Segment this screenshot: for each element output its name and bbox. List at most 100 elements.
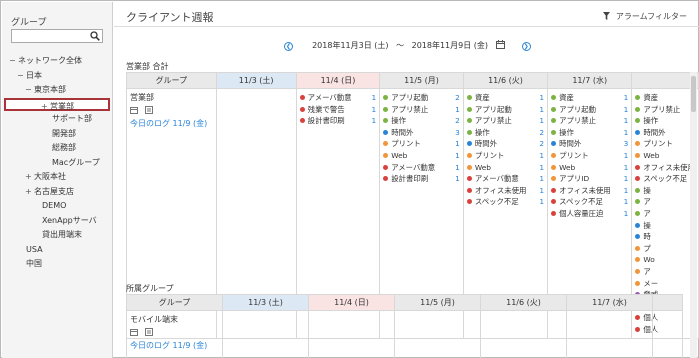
next-week-icon[interactable]: ❯ — [521, 42, 531, 51]
event-item[interactable]: プ — [635, 243, 695, 255]
event-item[interactable]: 設計書印刷 1 — [383, 173, 460, 185]
event-count[interactable]: 2 — [539, 138, 544, 150]
calendar-icon[interactable] — [130, 106, 138, 116]
today-log-link[interactable]: 今日のログ 11/9 (金) — [130, 340, 219, 351]
event-item[interactable]: プリント 1 — [466, 150, 544, 162]
event-item[interactable]: スペック不足 1 — [466, 196, 544, 208]
calendar-icon[interactable] — [130, 328, 138, 338]
event-item[interactable]: アプリ起動 1 — [466, 104, 544, 116]
report-icon[interactable] — [144, 328, 153, 338]
event-count[interactable]: 1 — [455, 150, 460, 162]
tree-item[interactable]: 総務部 — [43, 141, 76, 154]
event-count[interactable]: 1 — [539, 150, 544, 162]
event-count[interactable]: 1 — [372, 104, 377, 116]
tree-item[interactable]: 開発部 — [43, 127, 76, 140]
event-item[interactable]: アプリID 1 — [551, 173, 628, 185]
event-item[interactable]: オフィス未使用1 — [635, 162, 695, 174]
event-count[interactable]: 1 — [624, 150, 629, 162]
event-count[interactable]: 1 — [624, 162, 629, 174]
event-item[interactable]: オフィス未使用1 — [551, 185, 628, 197]
expand-icon[interactable]: + — [25, 185, 34, 198]
event-count[interactable]: 1 — [455, 138, 460, 150]
event-count[interactable]: 1 — [539, 115, 544, 127]
prev-week-icon[interactable]: ❮ — [284, 42, 293, 51]
report-icon[interactable] — [144, 106, 153, 116]
event-item[interactable]: 時間外1 — [635, 127, 695, 139]
event-count[interactable]: 1 — [624, 196, 629, 208]
tree-item[interactable]: − 東京本部 — [25, 83, 66, 96]
event-item[interactable]: 資産1 — [635, 92, 695, 104]
expand-icon[interactable]: + — [25, 170, 34, 183]
collapse-icon[interactable]: − — [17, 69, 26, 82]
tree-item[interactable]: DEMO — [33, 199, 66, 212]
tree-item[interactable]: + 名古屋支店 — [25, 185, 74, 198]
event-item[interactable]: 資産1 — [466, 92, 544, 104]
tree-item[interactable]: 中国 — [17, 257, 42, 270]
event-count[interactable]: 1 — [539, 196, 544, 208]
event-item[interactable]: プリント 1 — [551, 150, 628, 162]
event-count[interactable]: 1 — [539, 162, 544, 174]
event-item[interactable]: ア — [635, 208, 695, 220]
event-count[interactable]: 1 — [455, 162, 460, 174]
event-count[interactable]: 1 — [624, 208, 629, 220]
event-item[interactable]: アプリ禁止1 — [551, 115, 628, 127]
event-item[interactable]: 時 — [635, 231, 695, 243]
event-item[interactable]: アメーバ動意 1 — [383, 162, 460, 174]
event-item[interactable]: アプリ起動 2 — [383, 92, 460, 104]
event-item[interactable]: 操作1 — [551, 127, 628, 139]
event-count[interactable]: 1 — [539, 104, 544, 116]
event-item[interactable]: 操作 2 — [383, 115, 460, 127]
event-item[interactable]: アメーバ動意 1 — [299, 92, 377, 104]
tree-item[interactable]: 貸出用端末 — [33, 228, 82, 241]
event-item[interactable]: アプリ禁止1 — [466, 115, 544, 127]
vertical-scrollbar[interactable] — [690, 72, 697, 358]
event-item[interactable]: 資産1 — [551, 92, 628, 104]
event-item[interactable]: 個人容量圧迫 1 — [551, 208, 628, 220]
event-item[interactable]: スペック不足 1 — [551, 196, 628, 208]
event-count[interactable]: 2 — [455, 115, 460, 127]
event-item[interactable]: Web1 — [466, 162, 544, 174]
event-item[interactable]: Web1 — [635, 150, 695, 162]
event-item[interactable]: ア — [635, 196, 695, 208]
event-item[interactable]: ア — [635, 266, 695, 278]
event-item[interactable]: 操 — [635, 185, 695, 197]
event-count[interactable]: 1 — [539, 185, 544, 197]
tree-item[interactable]: USA — [17, 243, 43, 256]
event-count[interactable]: 1 — [372, 115, 377, 127]
event-item[interactable]: Web1 — [383, 150, 460, 162]
collapse-icon[interactable]: − — [9, 54, 18, 67]
collapse-icon[interactable]: − — [25, 83, 34, 96]
event-item[interactable]: オフィス未使用1 — [466, 185, 544, 197]
event-count[interactable]: 3 — [455, 127, 460, 139]
event-count[interactable]: 1 — [455, 173, 460, 185]
tree-item[interactable]: XenAppサーバ — [33, 214, 97, 227]
event-item[interactable]: アプリ禁止1 — [383, 104, 460, 116]
event-item[interactable]: 操 — [635, 220, 695, 232]
tree-item[interactable]: + 営業部 — [4, 97, 110, 113]
search-icon[interactable] — [90, 31, 100, 41]
event-count[interactable]: 1 — [624, 92, 629, 104]
tree-item[interactable]: − 日本 — [17, 69, 42, 82]
event-count[interactable]: 1 — [372, 92, 377, 104]
event-count[interactable]: 1 — [624, 185, 629, 197]
event-item[interactable]: 操作 2 — [466, 127, 544, 139]
event-count[interactable]: 1 — [624, 127, 629, 139]
tree-item[interactable]: サポート部 — [43, 112, 92, 125]
scrollbar-thumb[interactable] — [691, 76, 696, 112]
event-count[interactable]: 1 — [539, 92, 544, 104]
event-item[interactable]: アプリ禁止1 — [635, 104, 695, 116]
event-item[interactable]: プリント 1 — [383, 138, 460, 150]
event-item[interactable]: 時間外 2 — [466, 138, 544, 150]
tree-item[interactable]: + 大阪本社 — [25, 170, 66, 183]
event-item[interactable]: 時間外 3 — [383, 127, 460, 139]
today-log-link[interactable]: 今日のログ 11/9 (金) — [130, 118, 213, 129]
event-item[interactable]: Web1 — [551, 162, 628, 174]
tree-item[interactable]: − ネットワーク全体 — [9, 54, 82, 67]
event-count[interactable]: 1 — [455, 104, 460, 116]
event-item[interactable]: 操作1 — [635, 115, 695, 127]
event-item[interactable]: アプリ起動 1 — [551, 104, 628, 116]
event-count[interactable]: 2 — [455, 92, 460, 104]
calendar-icon[interactable] — [495, 40, 505, 49]
tree-item[interactable]: Macグループ — [43, 156, 100, 169]
expand-icon[interactable]: + — [41, 100, 50, 113]
